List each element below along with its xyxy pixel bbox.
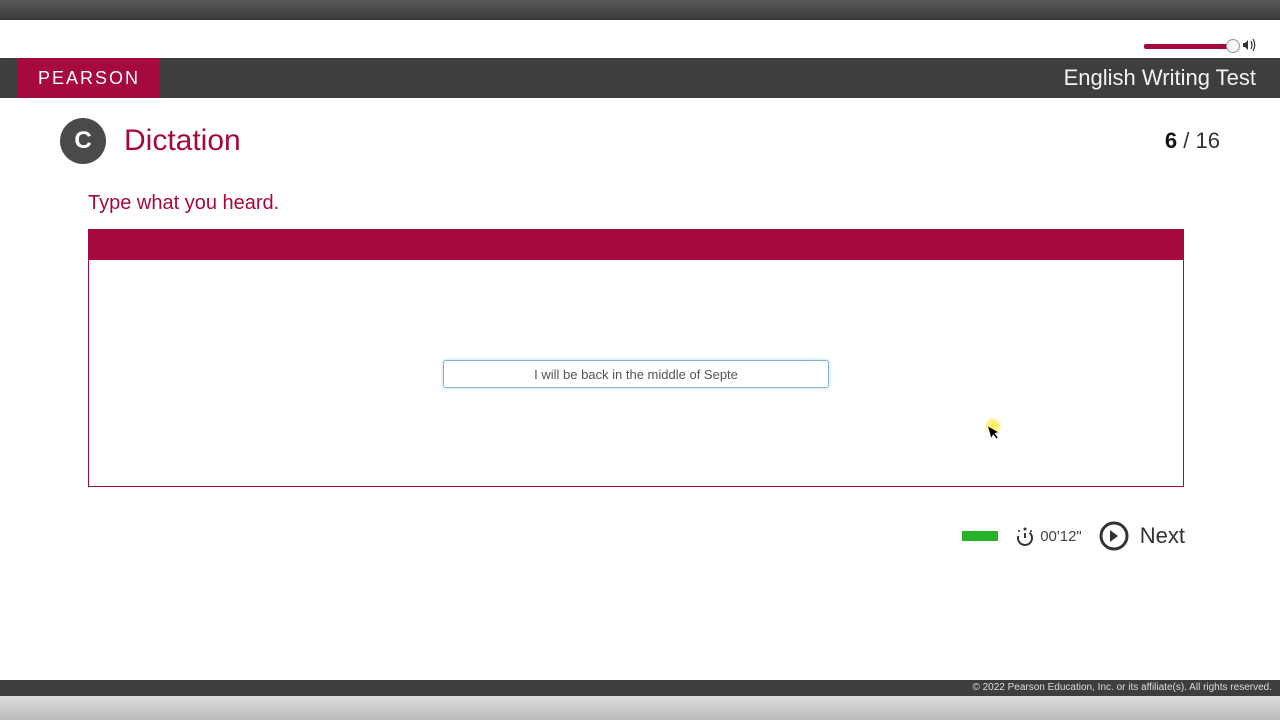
volume-control[interactable]	[1144, 38, 1258, 55]
panel-header-bar	[89, 230, 1183, 260]
section-letter-badge: C	[60, 118, 106, 164]
brand-logo: PEARSON	[18, 58, 160, 98]
timer-value: 00'12"	[1040, 528, 1082, 545]
volume-slider-thumb[interactable]	[1226, 39, 1240, 53]
progress-current: 6	[1165, 128, 1177, 153]
next-button[interactable]: Next	[1098, 520, 1185, 552]
speaker-icon	[1242, 38, 1258, 55]
volume-slider-track[interactable]	[1144, 44, 1234, 49]
bottom-shade	[0, 696, 1280, 720]
arrow-right-circle-icon	[1098, 520, 1130, 552]
section-title: Dictation	[124, 124, 241, 158]
time-remaining-bar	[962, 531, 998, 541]
browser-top-bar	[0, 0, 1280, 20]
instruction-text: Type what you heard.	[88, 192, 1220, 215]
test-title: English Writing Test	[1064, 65, 1256, 91]
question-progress: 6 / 16	[1165, 128, 1220, 154]
timer: 00'12"	[1014, 525, 1082, 547]
app-header: PEARSON English Writing Test	[0, 58, 1280, 98]
footer-copyright: © 2022 Pearson Education, Inc. or its af…	[0, 680, 1280, 696]
progress-total: 16	[1196, 128, 1220, 153]
next-label: Next	[1140, 523, 1185, 549]
stopwatch-icon	[1014, 525, 1036, 547]
dictation-input[interactable]	[443, 360, 829, 388]
answer-panel	[88, 229, 1184, 487]
